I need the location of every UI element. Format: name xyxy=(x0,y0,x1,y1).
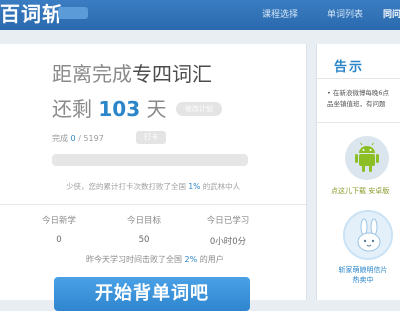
notice-title: 告示 xyxy=(334,60,365,75)
stat-label: 今日目标 xyxy=(126,216,161,226)
remaining-days: 还剩 103 天 xyxy=(52,93,166,122)
rank-text: 昨今天学习时间击败了全国 2% 的用户 xyxy=(86,254,224,265)
postcard-promo-button[interactable] xyxy=(343,210,393,260)
notice-separator xyxy=(317,122,400,123)
postcard-promo-line1: 斩家萌娘明信片 xyxy=(338,266,388,274)
stat-label: 今日新学 xyxy=(41,216,76,226)
remaining-prefix: 还剩 xyxy=(52,97,92,121)
stat-value: 50 xyxy=(138,235,150,245)
stats-divider xyxy=(0,204,306,205)
app-logo[interactable]: 百词斩 xyxy=(0,2,63,26)
completion-count: 完成 0 / 5197 xyxy=(52,133,104,144)
nav-ask[interactable]: 同问 xyxy=(383,8,400,22)
remaining-days-number: 103 xyxy=(98,97,141,121)
start-study-button[interactable]: 开始背单词吧 xyxy=(54,277,250,311)
android-download-button[interactable] xyxy=(345,136,389,180)
completion-done: 0 xyxy=(70,134,76,143)
stat-label: 今日已学习 xyxy=(206,216,250,226)
notice-content: • 在新浪微博每晚6点 品坐镇值班，有问题 xyxy=(327,88,400,110)
nav-word-list[interactable]: 单词列表 xyxy=(327,8,363,22)
rank-text-b: 的用户 xyxy=(199,255,224,264)
android-download-link[interactable]: 点这儿下载 安卓版 xyxy=(331,186,389,196)
nav-course-select[interactable]: 课程选择 xyxy=(262,8,298,22)
streak-text: 少侠，您的累计打卡次数打败了全国 1% 的武林中人 xyxy=(66,181,240,192)
streak-percent: 1% xyxy=(188,182,201,191)
stat-today-goal: 今日目标 50 xyxy=(99,214,189,245)
notice-line: 品坐镇值班，有问题 xyxy=(327,100,386,108)
streak-text-b: 的武林中人 xyxy=(202,182,241,191)
stat-today-new: 今日新学 0 xyxy=(14,214,104,245)
stat-value: 0 xyxy=(56,235,62,245)
top-bar: 百词斩 课程选择 单词列表 同问 xyxy=(0,0,400,30)
progress-bar xyxy=(52,154,248,166)
stat-today-time: 今日已学习 0小时0分 xyxy=(183,214,273,247)
notice-header: 告示 xyxy=(317,44,400,79)
completion-label: 完成 xyxy=(52,134,68,143)
remaining-suffix: 天 xyxy=(146,97,167,121)
rank-percent: 2% xyxy=(184,255,198,264)
mascot-icon xyxy=(357,218,381,252)
android-icon xyxy=(355,142,379,172)
stat-value: 0小时0分 xyxy=(209,237,247,247)
rank-text-a: 昨今天学习时间击败了全国 xyxy=(86,255,182,264)
goal-title: 距离完成专四词汇 xyxy=(52,58,212,87)
postcard-promo-text[interactable]: 斩家萌娘明信片 热卖中 xyxy=(325,265,400,285)
postcard-promo-line2: 热卖中 xyxy=(352,276,374,284)
goal-title-prefix: 距离完成 xyxy=(52,62,132,86)
notice-panel: 告示 • 在新浪微博每晚6点 品坐镇值班，有问题 点这儿下载 安卓版 斩家萌娘明… xyxy=(316,44,400,300)
modify-plan-button[interactable]: 修改计划 xyxy=(176,102,222,116)
streak-text-a: 少侠，您的累计打卡次数打败了全国 xyxy=(66,182,186,191)
goal-course-name: 专四词汇 xyxy=(132,62,212,86)
checkin-button[interactable]: 打卡 xyxy=(136,131,166,144)
completion-total: / 5197 xyxy=(78,134,104,143)
logo-badge xyxy=(58,7,88,19)
notice-line: • 在新浪微博每晚6点 xyxy=(327,89,390,97)
